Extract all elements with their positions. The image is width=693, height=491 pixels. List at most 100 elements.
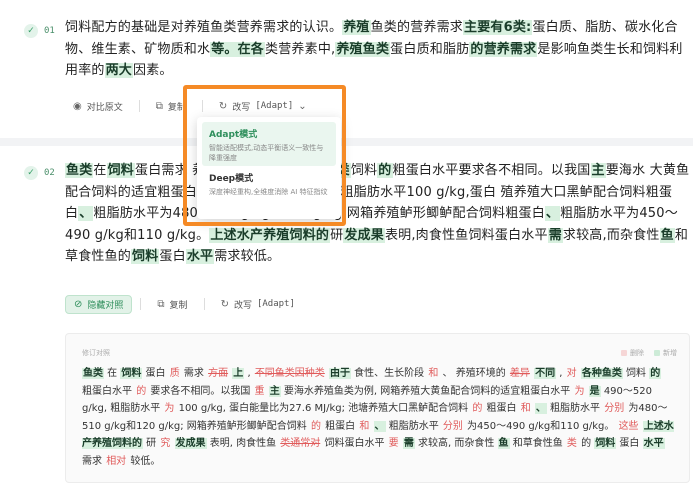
- highlighted-text: 发成果: [174, 438, 207, 450]
- highlighted-text: 的: [377, 163, 393, 178]
- paragraph-number: 01: [44, 26, 55, 36]
- deleted-text: 类通常对: [280, 438, 321, 450]
- text-segment: 饲料配方的基础是对养殖鱼类营养需求的认识。: [65, 20, 343, 35]
- text-segment: 蛋白: [159, 249, 186, 264]
- text-segment: 鱼类的营养需求: [370, 20, 464, 35]
- text-segment: 需求: [180, 368, 208, 379]
- text-segment: 和草食性鱼: [509, 438, 566, 450]
- deleted-text: 不同鱼类因种类: [254, 368, 325, 379]
- changed-text: 和: [428, 368, 439, 379]
- toolbar-divider: [138, 100, 140, 112]
- hide-compare-button[interactable]: ⊘ 隐藏对照: [65, 294, 133, 314]
- text-segment: 蛋白: [616, 438, 643, 450]
- changed-text: 重: [254, 385, 265, 397]
- text-segment: 饲料: [350, 163, 378, 178]
- highlighted-text: 上述水产养殖饲料的: [209, 227, 331, 243]
- compare-original-label: 对比原文: [86, 102, 123, 113]
- diff-text: 鱼类 在 饲料 蛋白 质 需求 方面 上 , 不同鱼类因种类 由于 食性、生长阶…: [82, 365, 674, 471]
- copy-button[interactable]: ⧉ 复制: [149, 296, 195, 313]
- text-segment: 食性、生长阶段: [351, 368, 428, 379]
- paragraph-number: 02: [44, 168, 55, 178]
- copy-label: 复制: [169, 300, 188, 311]
- toolbar-divider: [140, 298, 142, 310]
- highlighted-text: 饲料: [106, 163, 136, 178]
- highlighted-text: 的营养需求: [469, 41, 538, 57]
- changed-text: 分别: [604, 403, 625, 415]
- text-segment: 粗蛋白: [321, 420, 359, 432]
- text-segment: 需求: [82, 455, 106, 467]
- legend-insert-label: 新增: [663, 349, 677, 357]
- highlighted-text: 等。在各: [210, 41, 266, 57]
- text-segment: 的: [577, 438, 595, 450]
- highlighted-text: 饲料: [594, 438, 617, 450]
- highlighted-text: 的: [649, 368, 662, 379]
- rewrite-mode: [Adapt]: [256, 299, 295, 309]
- changed-text: 和: [520, 403, 531, 415]
- highlighted-text: 主: [590, 163, 606, 178]
- rewrite-button[interactable]: ↻ 改写 [Adapt]: [213, 296, 303, 313]
- highlighted-text: 、: [373, 420, 386, 432]
- delete-swatch: [621, 350, 627, 356]
- highlighted-text: 各种鱼类: [580, 368, 623, 379]
- highlighted-text: 发成果: [343, 227, 385, 243]
- changed-text: 对: [566, 368, 577, 379]
- highlighted-text: 、: [78, 206, 94, 221]
- paragraph-toolbar-2: ⊘ 隐藏对照 ⧉ 复制 ↻ 改写 [Adapt]: [65, 294, 303, 314]
- text-segment: 需求较低。: [214, 249, 281, 264]
- changed-text: 究: [160, 438, 171, 450]
- insert-swatch: [654, 350, 660, 356]
- highlighted-text: 鱼: [659, 227, 675, 243]
- text-segment: 研: [330, 227, 344, 243]
- eye-icon: ◉: [73, 100, 82, 112]
- text-segment: 为450～490 g/kg和110 g/kg。: [463, 420, 618, 432]
- text-segment: 类营养素中,: [265, 41, 336, 57]
- compare-original-button[interactable]: ◉ 对比原文: [65, 98, 131, 115]
- changed-text: 要: [388, 438, 399, 450]
- highlighted-text: 由于: [329, 368, 351, 379]
- copy-icon: ⧉: [157, 298, 165, 310]
- highlighted-text: 鱼类: [65, 163, 94, 178]
- text-segment: ,: [556, 368, 566, 379]
- text-segment: 粗蛋白水平: [82, 385, 136, 397]
- text-segment: ,: [244, 368, 254, 379]
- annotation-highlight-box: [183, 85, 346, 226]
- changed-text: 类: [566, 438, 577, 450]
- legend-delete: 删除: [621, 348, 644, 358]
- highlighted-text: 水平: [185, 249, 215, 264]
- rewrite-label: 改写: [233, 300, 252, 311]
- changed-text: 和: [359, 420, 370, 432]
- changed-text: 这些: [618, 420, 639, 432]
- highlighted-text: 养殖: [342, 20, 371, 35]
- paragraph-index-2: ✓ 02: [24, 166, 55, 180]
- text-segment: 表明,肉食性鱼饲料蛋白水平: [384, 227, 548, 243]
- eye-off-icon: ⊘: [74, 298, 83, 310]
- text-segment: 粗脂肪水平: [385, 420, 442, 432]
- highlighted-text: 养殖鱼类: [335, 41, 391, 57]
- paragraph-text-1: 饲料配方的基础是对养殖鱼类营养需求的认识。养殖鱼类的营养需求主要有6类:蛋白质、…: [65, 17, 690, 82]
- text-segment: 粗脂肪水平: [546, 403, 604, 415]
- text-segment: 、 养殖环境的: [439, 368, 509, 379]
- revision-diff-panel: 修订对照 删除 新增 鱼类 在 饲料 蛋白 质 需求 方面 上 , 不同鱼类因种…: [65, 333, 690, 483]
- paragraph-card-1: ✓ 01 饲料配方的基础是对养殖鱼类营养需求的认识。养殖鱼类的营养需求主要有6类…: [0, 0, 693, 138]
- highlighted-text: 、: [544, 206, 561, 221]
- text-segment: 在: [104, 368, 121, 379]
- highlighted-text: 不同: [534, 368, 557, 379]
- check-circle-icon: ✓: [24, 166, 38, 180]
- text-segment: 表明, 肉食性鱼: [206, 438, 280, 450]
- paragraph-index-1: ✓ 01: [24, 24, 55, 38]
- copy-icon: ⧉: [155, 100, 163, 112]
- text-segment: 要海水养殖鱼类为例, 网箱养殖大黄鱼配合饲料的适宜粗蛋白水平: [280, 385, 574, 397]
- diff-header: 修订对照 删除 新增: [82, 348, 677, 358]
- text-segment: 蛋白质和脂肪: [390, 41, 470, 57]
- text-segment: 饲料蛋白水平: [321, 438, 388, 450]
- paragraph-text-2: 鱼类在饲料蛋白需求 养殖环境的不同, 各种鱼类饲料的粗蛋白水平要求各不相同。以我…: [65, 160, 690, 268]
- changed-text: 分别: [442, 420, 463, 432]
- legend-delete-label: 删除: [630, 349, 644, 357]
- highlighted-text: 鱼: [497, 438, 510, 450]
- changed-text: 的: [472, 403, 483, 415]
- highlighted-text: 主要有6类:: [463, 20, 533, 35]
- text-segment: 较低。: [127, 455, 161, 467]
- legend-insert: 新增: [654, 348, 677, 358]
- highlighted-text: 上: [232, 368, 245, 379]
- highlighted-text: 主: [268, 385, 281, 397]
